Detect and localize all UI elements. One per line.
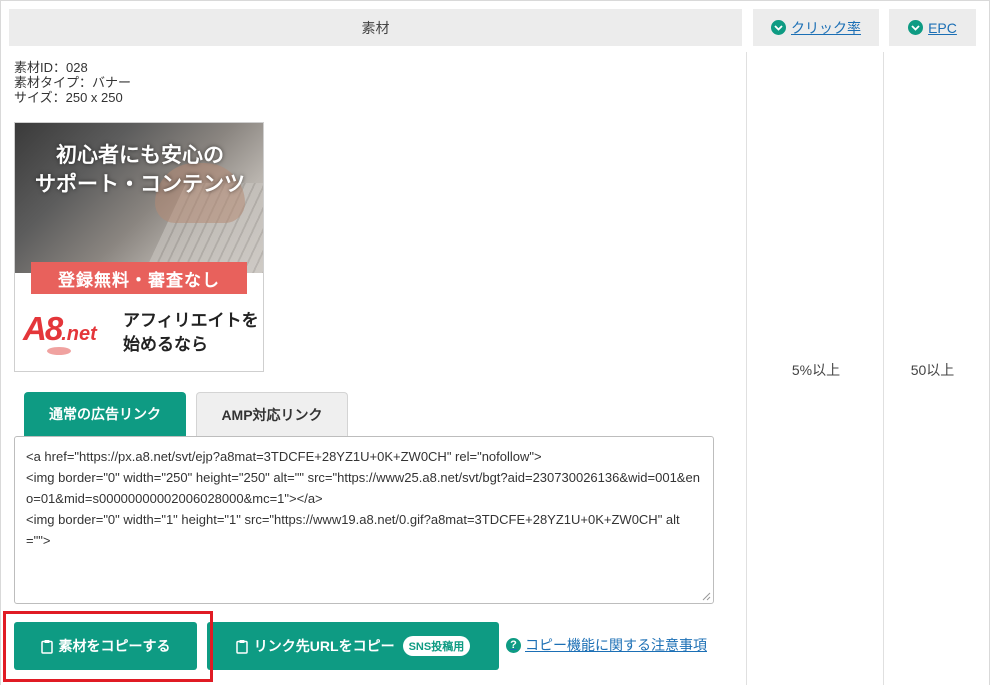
click-rate-label: クリック率 bbox=[791, 19, 861, 36]
click-rate-value: 5%以上 bbox=[791, 362, 841, 378]
clipboard-icon bbox=[236, 639, 248, 654]
ad-code-text: <a href="https://px.a8.net/svt/ejp?a8mat… bbox=[26, 446, 702, 551]
ad-code-textarea[interactable]: <a href="https://px.a8.net/svt/ejp?a8mat… bbox=[14, 436, 714, 604]
copy-material-label: 素材をコピーする bbox=[58, 638, 171, 654]
material-id: 素材ID：028 bbox=[14, 60, 88, 75]
banner-title-line: サポート・コンテンツ bbox=[35, 173, 245, 196]
a8-logo: A8.net bbox=[23, 311, 118, 359]
resize-grip-icon[interactable] bbox=[701, 591, 711, 601]
logo-text: A8.net bbox=[23, 311, 97, 352]
banner-title-line: 初心者にも安心の bbox=[56, 144, 224, 167]
banner-subtext: アフィリエイトを 始めるなら bbox=[123, 309, 259, 357]
logo-main: A8 bbox=[23, 310, 63, 347]
header-epc: EPC bbox=[889, 9, 976, 46]
clipboard-icon bbox=[40, 639, 53, 654]
header-material-label: 素材 bbox=[361, 19, 390, 36]
column-divider bbox=[883, 52, 884, 685]
column-divider bbox=[746, 52, 747, 685]
copy-link-url-button[interactable]: リンク先URLをコピー SNS投稿用 bbox=[207, 622, 499, 670]
chevron-down-icon bbox=[908, 20, 924, 35]
ad-code-line: <img border="0" width="250" height="250"… bbox=[26, 470, 700, 506]
epc-value: 50以上 bbox=[910, 362, 955, 378]
copy-notice-label: コピー機能に関する注意事項 bbox=[525, 637, 707, 653]
copy-notice-link[interactable]: ? コピー機能に関する注意事項 bbox=[506, 635, 707, 655]
ad-code-line: <a href="https://px.a8.net/svt/ejp?a8mat… bbox=[26, 449, 542, 464]
copy-link-url-label: リンク先URLをコピー bbox=[253, 638, 395, 654]
sort-epc-link[interactable]: EPC bbox=[908, 20, 957, 36]
material-meta: 素材ID：028 素材タイプ：バナー サイズ：250 x 250 bbox=[14, 60, 131, 105]
ad-code-line: <img border="0" width="1" height="1" src… bbox=[26, 512, 680, 548]
question-icon: ? bbox=[506, 637, 521, 653]
header-click-rate: クリック率 bbox=[753, 9, 879, 46]
tab-amp-link[interactable]: AMP対応リンク bbox=[196, 392, 348, 436]
header-material: 素材 bbox=[9, 9, 742, 46]
banner-preview: 初心者にも安心の サポート・コンテンツ 登録無料・審査なし A8.net アフィ… bbox=[14, 122, 264, 372]
tab-normal-link[interactable]: 通常の広告リンク bbox=[24, 392, 186, 436]
banner-sub-line: 始めるなら bbox=[123, 335, 208, 354]
logo-suffix: .net bbox=[61, 323, 97, 345]
epc-label: EPC bbox=[928, 19, 957, 36]
material-size: サイズ：250 x 250 bbox=[14, 90, 123, 105]
banner-sub-line: アフィリエイトを bbox=[123, 311, 259, 330]
copy-material-button[interactable]: 素材をコピーする bbox=[14, 622, 197, 670]
banner-title: 初心者にも安心の サポート・コンテンツ bbox=[15, 141, 263, 199]
sns-badge: SNS投稿用 bbox=[402, 636, 471, 656]
banner-ribbon: 登録無料・審査なし bbox=[31, 262, 247, 294]
material-type: 素材タイプ：バナー bbox=[14, 75, 132, 90]
chevron-down-icon bbox=[771, 20, 786, 35]
sort-click-rate-link[interactable]: クリック率 bbox=[771, 18, 861, 38]
